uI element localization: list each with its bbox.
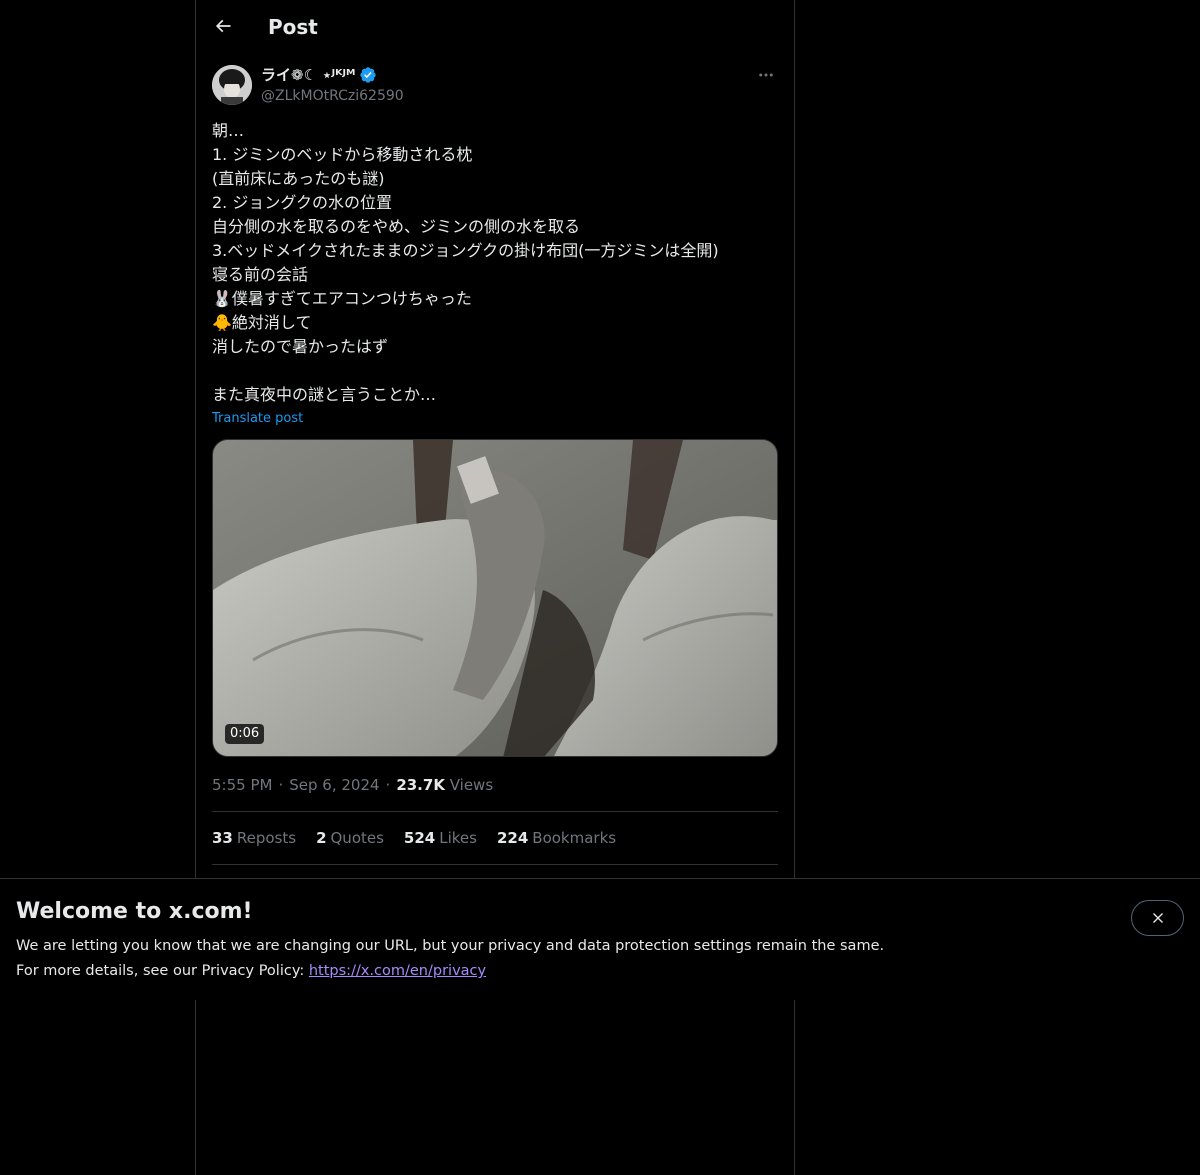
post-text-line: 寝る前の会話 <box>212 265 309 284</box>
post-text-line: 🐰僕暑すぎてエアコンつけちゃった <box>212 289 472 308</box>
likes-stat[interactable]: 524 Likes <box>404 828 477 848</box>
quotes-label: Quotes <box>330 829 384 847</box>
avatar-image <box>212 65 252 105</box>
post-text-line: 🐥絶対消して <box>212 313 312 332</box>
translate-post-link[interactable]: Translate post <box>212 409 303 429</box>
views-count: 23.7K <box>396 776 445 794</box>
close-banner-button[interactable] <box>1131 900 1184 936</box>
likes-label: Likes <box>439 829 477 847</box>
close-icon <box>1152 913 1163 923</box>
post-metadata: 5:55 PM · Sep 6, 2024 · 23.7K Views <box>212 775 493 795</box>
author-handle[interactable]: @ZLkMOtRCzi62590 <box>261 86 404 106</box>
back-button[interactable] <box>206 9 240 43</box>
post-text-line: 消したので暑かったはず <box>212 337 389 356</box>
more-options-button[interactable] <box>754 65 778 85</box>
page-header: Post <box>196 0 794 53</box>
quotes-stat[interactable]: 2 Quotes <box>316 828 384 848</box>
quotes-count: 2 <box>316 829 327 847</box>
post-text-line: 朝… <box>212 121 245 140</box>
bookmarks-count: 224 <box>496 829 529 847</box>
reposts-stat[interactable]: 33 Reposts <box>212 828 296 848</box>
divider <box>212 864 778 865</box>
separator-dot: · <box>385 776 391 794</box>
welcome-banner: Welcome to x.com! We are letting you kno… <box>0 878 1200 1000</box>
post-time[interactable]: 5:55 PM <box>212 776 272 794</box>
video-duration: 0:06 <box>225 724 265 744</box>
banner-privacy-line: For more details, see our Privacy Policy… <box>16 961 486 981</box>
post-text: 朝… 1. ジミンのベッドから移動される枕 (直前床にあったのも謎) 2. ジョ… <box>212 119 778 407</box>
post-author: ライ❁☾ ⋆ᴶᴷᴶᴹ @ZLkMOtRCzi62590 <box>212 65 778 107</box>
reposts-label: Reposts <box>236 829 297 847</box>
likes-count: 524 <box>403 829 436 847</box>
divider <box>212 811 778 812</box>
post-text-line: 3.ベッドメイクされたままのジョングクの掛け布団(一方ジミンは全開) <box>212 241 719 260</box>
avatar[interactable] <box>212 65 252 105</box>
arrow-left-icon <box>215 19 231 33</box>
banner-privacy-prefix: For more details, see our Privacy Policy… <box>16 963 309 979</box>
post-text-line: 自分側の水を取るのをやめ、ジミンの側の水を取る <box>212 217 581 236</box>
post-stats: 33 Reposts 2 Quotes 524 Likes 224 Bookmarks <box>212 828 616 848</box>
views-label: Views <box>449 776 494 794</box>
post-text-line: (直前床にあったのも謎) <box>212 169 385 188</box>
author-display-name[interactable]: ライ❁☾ ⋆ᴶᴷᴶᴹ <box>261 65 377 85</box>
bookmarks-label: Bookmarks <box>532 829 617 847</box>
video-player[interactable]: 0:06 <box>212 439 778 757</box>
privacy-policy-link[interactable]: https://x.com/en/privacy <box>309 963 486 979</box>
video-thumbnail <box>213 440 777 756</box>
banner-title: Welcome to x.com! <box>16 899 253 924</box>
more-icon <box>759 73 773 77</box>
display-name-text: ライ❁☾ ⋆ᴶᴷᴶᴹ <box>261 66 356 84</box>
banner-message: We are letting you know that we are chan… <box>16 938 885 954</box>
page-title: Post <box>268 15 318 39</box>
reposts-count: 33 <box>212 829 233 847</box>
bookmarks-stat[interactable]: 224 Bookmarks <box>497 828 616 848</box>
post-date[interactable]: Sep 6, 2024 <box>289 776 379 794</box>
post-text-line: 1. ジミンのベッドから移動される枕 <box>212 145 473 164</box>
post-text-line: 2. ジョングクの水の位置 <box>212 193 393 212</box>
post-text-line: また真夜中の謎と言うことか… <box>212 385 437 404</box>
separator-dot: · <box>278 776 284 794</box>
post-text-line <box>212 359 778 383</box>
verified-badge-icon <box>360 67 377 83</box>
